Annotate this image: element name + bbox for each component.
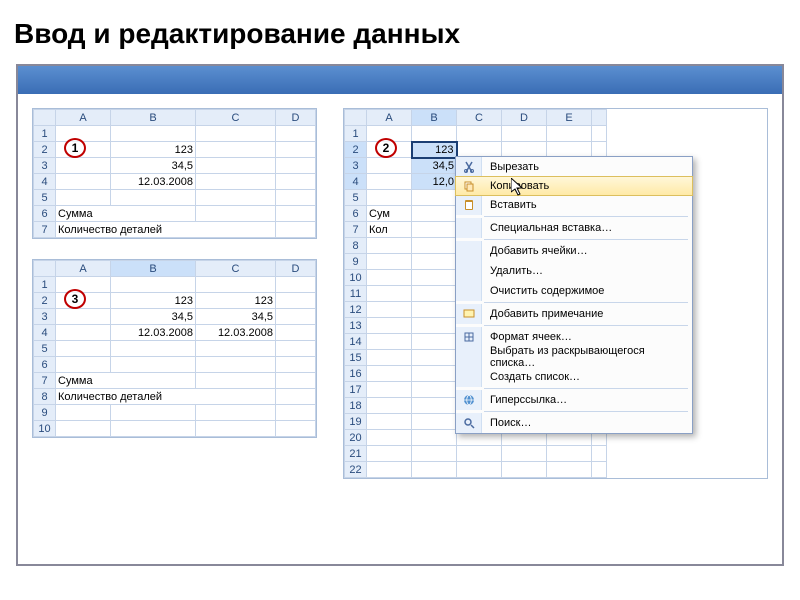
- cell-selected[interactable]: 12,0: [412, 174, 457, 190]
- col-header[interactable]: B: [111, 261, 196, 277]
- context-menu: Вырезать Копировать Вставить Специальная…: [455, 156, 693, 434]
- cell[interactable]: 34,5: [111, 158, 196, 174]
- callout-2: 2: [375, 138, 397, 158]
- menu-item-create-list[interactable]: Создать список…: [456, 367, 692, 387]
- menu-label: Очистить содержимое: [482, 285, 692, 297]
- menu-label: Вырезать: [482, 161, 692, 173]
- col-header[interactable]: A: [367, 110, 412, 126]
- menu-label: Формат ячеек…: [482, 331, 692, 343]
- menu-item-clear[interactable]: Очистить содержимое: [456, 281, 692, 301]
- col-header[interactable]: B: [412, 110, 457, 126]
- menu-label: Гиперссылка…: [482, 394, 692, 406]
- cell[interactable]: Сум: [367, 206, 412, 222]
- col-header[interactable]: C: [196, 261, 276, 277]
- cell[interactable]: Сумма: [56, 206, 196, 222]
- menu-label: Добавить примечание: [482, 308, 692, 320]
- cell[interactable]: 12.03.2008: [111, 174, 196, 190]
- cell[interactable]: 34,5: [196, 309, 276, 325]
- menu-item-dropdown[interactable]: Выбрать из раскрывающегося списка…: [456, 347, 692, 367]
- menu-item-cut[interactable]: Вырезать: [456, 157, 692, 177]
- app-window: 1 ABCD 1 2123 334,5 412.03.2008 5 6Сумма…: [16, 64, 784, 566]
- menu-item-hyperlink[interactable]: Гиперссылка…: [456, 390, 692, 410]
- row-header[interactable]: 7: [34, 222, 56, 238]
- col-header[interactable]: A: [56, 110, 111, 126]
- cell[interactable]: 123: [111, 293, 196, 309]
- find-icon: [456, 413, 482, 433]
- cut-icon: [456, 157, 482, 177]
- menu-label: Добавить ячейки…: [482, 245, 692, 257]
- cell[interactable]: 12.03.2008: [111, 325, 196, 341]
- row-header[interactable]: 4: [34, 174, 56, 190]
- menu-label: Поиск…: [482, 417, 692, 429]
- cell[interactable]: Количество деталей: [56, 389, 276, 405]
- menu-item-paste-special[interactable]: Специальная вставка…: [456, 218, 692, 238]
- cell-selected[interactable]: 34,5: [412, 158, 457, 174]
- format-icon: [456, 327, 482, 347]
- row-header[interactable]: 3: [34, 158, 56, 174]
- cell[interactable]: 123: [111, 142, 196, 158]
- col-header[interactable]: D: [502, 110, 547, 126]
- col-header[interactable]: B: [111, 110, 196, 126]
- menu-label: Вставить: [482, 199, 692, 211]
- menu-item-copy[interactable]: Копировать: [455, 176, 693, 196]
- menu-item-insert-cells[interactable]: Добавить ячейки…: [456, 241, 692, 261]
- menu-item-paste[interactable]: Вставить: [456, 195, 692, 215]
- col-header[interactable]: D: [276, 261, 316, 277]
- copy-icon: [456, 177, 482, 195]
- mouse-cursor-icon: [511, 178, 527, 198]
- cell[interactable]: Кол: [367, 222, 412, 238]
- page-title: Ввод и редактирование данных: [0, 0, 800, 64]
- col-header[interactable]: E: [547, 110, 592, 126]
- row-header[interactable]: 6: [34, 206, 56, 222]
- menu-label: Специальная вставка…: [482, 222, 692, 234]
- menu-item-find[interactable]: Поиск…: [456, 413, 692, 433]
- cell[interactable]: [56, 126, 111, 142]
- spreadsheet-1[interactable]: ABCD 1 2 123 3 34,5 4 12.03.2008 5 6Сумма 7…: [32, 108, 317, 239]
- cell-selected[interactable]: 123: [412, 142, 457, 158]
- cell[interactable]: 34,5: [111, 309, 196, 325]
- paste-icon: [456, 195, 482, 215]
- callout-1: 1: [64, 138, 86, 158]
- menu-label: Создать список…: [482, 371, 692, 383]
- col-header[interactable]: C: [196, 110, 276, 126]
- cell[interactable]: 12.03.2008: [196, 325, 276, 341]
- row-header[interactable]: 2: [34, 142, 56, 158]
- col-header[interactable]: D: [276, 110, 316, 126]
- comment-icon: [456, 304, 482, 324]
- menu-item-add-comment[interactable]: Добавить примечание: [456, 304, 692, 324]
- menu-item-format-cells[interactable]: Формат ячеек…: [456, 327, 692, 347]
- menu-label: Выбрать из раскрывающегося списка…: [482, 345, 692, 369]
- col-header[interactable]: A: [56, 261, 111, 277]
- menu-item-delete[interactable]: Удалить…: [456, 261, 692, 281]
- row-header[interactable]: 1: [34, 126, 56, 142]
- callout-3: 3: [64, 289, 86, 309]
- spreadsheet-3[interactable]: ABCD 1 2123123 334,534,5 412.03.200812.0…: [32, 259, 317, 438]
- hyperlink-icon: [456, 390, 482, 410]
- cell[interactable]: 123: [196, 293, 276, 309]
- menu-label: Удалить…: [482, 265, 692, 277]
- cell[interactable]: Количество деталей: [56, 222, 276, 238]
- window-titlebar: [18, 66, 782, 94]
- col-header[interactable]: C: [457, 110, 502, 126]
- row-header[interactable]: 5: [34, 190, 56, 206]
- cell[interactable]: Сумма: [56, 373, 196, 389]
